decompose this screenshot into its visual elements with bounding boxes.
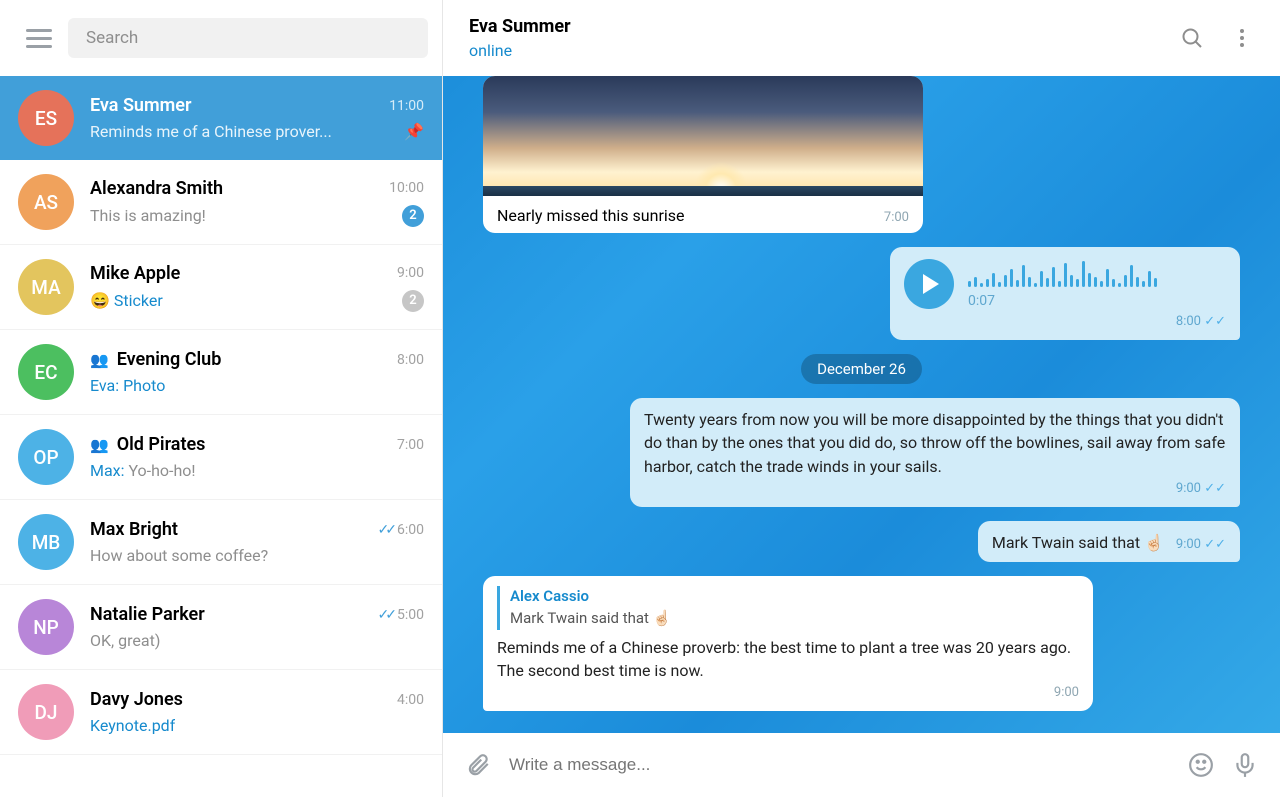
chat-preview: Reminds me of a Chinese prover... — [90, 122, 332, 141]
chat-name: Alexandra Smith — [90, 178, 223, 199]
app-root: Search ES Eva Summer 11:00 Reminds me of… — [0, 0, 1280, 797]
read-ticks-icon: ✓✓ — [1204, 314, 1226, 329]
chat-item[interactable]: EC 👥 Evening Club 8:00 Eva: Photo — [0, 330, 442, 415]
header-title-block[interactable]: Eva Summer online — [469, 16, 571, 60]
read-ticks-icon: ✓✓ — [378, 607, 393, 623]
chat-preview: This is amazing! — [90, 206, 206, 225]
reply-author: Alex Cassio — [510, 586, 1079, 608]
reply-quote: Alex Cassio Mark Twain said that ☝🏻 — [497, 586, 1079, 630]
message-twain[interactable]: Mark Twain said that ☝🏻 9:00 ✓✓ — [978, 521, 1240, 563]
chat-item[interactable]: OP 👥 Old Pirates 7:00 Max: Yo-ho-ho! — [0, 415, 442, 500]
chat-item[interactable]: MB Max Bright ✓✓6:00 How about some coff… — [0, 500, 442, 585]
quote-text: Twenty years from now you will be more d… — [644, 410, 1225, 475]
chat-time: 11:00 — [389, 98, 424, 114]
read-ticks-icon: ✓✓ — [1204, 537, 1226, 552]
chat-time: 7:00 — [397, 437, 424, 453]
chat-name: Eva Summer — [90, 95, 191, 116]
avatar: NP — [18, 599, 74, 655]
attach-icon[interactable] — [465, 752, 491, 778]
chat-time: 9:00 — [397, 265, 424, 281]
chat-sender: Max: — [90, 461, 124, 480]
chat-item[interactable]: DJ Davy Jones 4:00 Keynote.pdf — [0, 670, 442, 755]
conversation-panel: Eva Summer online Nearly missed this sun… — [443, 0, 1280, 797]
chat-sender: Eva: — [90, 376, 119, 395]
image-caption: Nearly missed this sunrise — [497, 206, 685, 225]
avatar: EC — [18, 344, 74, 400]
voice-duration: 0:07 — [968, 291, 1157, 311]
avatar: DJ — [18, 684, 74, 740]
pin-icon: 📌 — [404, 122, 424, 141]
avatar: MA — [18, 259, 74, 315]
quote-time: 9:00 — [1176, 481, 1201, 496]
play-icon[interactable] — [904, 259, 954, 309]
chat-item[interactable]: AS Alexandra Smith 10:00 This is amazing… — [0, 160, 442, 245]
chat-name: 👥 Old Pirates — [90, 434, 205, 455]
image-time: 7:00 — [884, 210, 909, 225]
chat-item[interactable]: MA Mike Apple 9:00 😄 Sticker 2 — [0, 245, 442, 330]
chat-name: Davy Jones — [90, 689, 183, 710]
message-reply[interactable]: Alex Cassio Mark Twain said that ☝🏻 Remi… — [483, 576, 1093, 711]
group-icon: 👥 — [90, 351, 109, 369]
twain-text: Mark Twain said that ☝🏻 — [992, 533, 1164, 552]
chat-list: ES Eva Summer 11:00 Reminds me of a Chin… — [0, 76, 442, 797]
chat-time: 10:00 — [389, 180, 424, 196]
chat-item[interactable]: NP Natalie Parker ✓✓5:00 OK, great) — [0, 585, 442, 670]
read-ticks-icon: ✓✓ — [378, 522, 393, 538]
avatar: ES — [18, 90, 74, 146]
more-icon[interactable] — [1230, 26, 1254, 50]
chat-preview: Eva: Photo — [90, 376, 165, 395]
message-image[interactable]: Nearly missed this sunrise 7:00 — [483, 76, 923, 233]
date-separator: December 26 — [801, 354, 922, 384]
unread-badge: 2 — [402, 205, 424, 227]
twain-time: 9:00 — [1176, 537, 1201, 552]
group-icon: 👥 — [90, 436, 109, 454]
chat-time: ✓✓6:00 — [378, 522, 424, 538]
sidebar: Search ES Eva Summer 11:00 Reminds me of… — [0, 0, 443, 797]
search-icon[interactable] — [1180, 26, 1204, 50]
avatar: OP — [18, 429, 74, 485]
read-ticks-icon: ✓✓ — [1204, 481, 1226, 496]
search-input[interactable]: Search — [68, 18, 428, 58]
avatar: MB — [18, 514, 74, 570]
chat-name: Mike Apple — [90, 263, 180, 284]
conversation-header: Eva Summer online — [443, 0, 1280, 76]
chat-item[interactable]: ES Eva Summer 11:00 Reminds me of a Chin… — [0, 76, 442, 160]
chat-preview: Max: Yo-ho-ho! — [90, 461, 196, 480]
reply-quote-text: Mark Twain said that ☝🏻 — [510, 608, 1079, 630]
chat-name: Natalie Parker — [90, 604, 205, 625]
unread-badge: 2 — [402, 290, 424, 312]
chat-title: Eva Summer — [469, 16, 571, 37]
chat-time: 8:00 — [397, 352, 424, 368]
chat-status: online — [469, 41, 571, 60]
chat-preview: Keynote.pdf — [90, 716, 175, 735]
menu-icon[interactable] — [26, 24, 52, 53]
sunrise-image — [483, 76, 923, 196]
voice-time: 8:00 — [1176, 314, 1201, 329]
search-placeholder: Search — [86, 28, 138, 48]
mic-icon[interactable] — [1232, 752, 1258, 778]
composer — [443, 733, 1280, 797]
chat-time: ✓✓5:00 — [378, 607, 424, 623]
chat-time: 4:00 — [397, 692, 424, 708]
chat-preview: How about some coffee? — [90, 546, 268, 565]
message-input[interactable] — [509, 755, 1170, 775]
reply-time: 9:00 — [497, 684, 1079, 703]
message-voice[interactable]: 0:07 8:00 ✓✓ — [890, 247, 1240, 340]
sidebar-top: Search — [0, 0, 442, 76]
avatar: AS — [18, 174, 74, 230]
reply-body: Reminds me of a Chinese proverb: the bes… — [497, 638, 1071, 680]
chat-name: Max Bright — [90, 519, 178, 540]
header-actions — [1180, 26, 1254, 50]
chat-preview: OK, great) — [90, 631, 160, 650]
message-quote[interactable]: Twenty years from now you will be more d… — [630, 398, 1240, 506]
chat-preview: 😄 Sticker — [90, 291, 163, 310]
emoji-icon[interactable] — [1188, 752, 1214, 778]
chat-name: 👥 Evening Club — [90, 349, 221, 370]
messages-area: Nearly missed this sunrise 7:00 0:07 8:0… — [443, 76, 1280, 733]
waveform — [968, 257, 1157, 287]
